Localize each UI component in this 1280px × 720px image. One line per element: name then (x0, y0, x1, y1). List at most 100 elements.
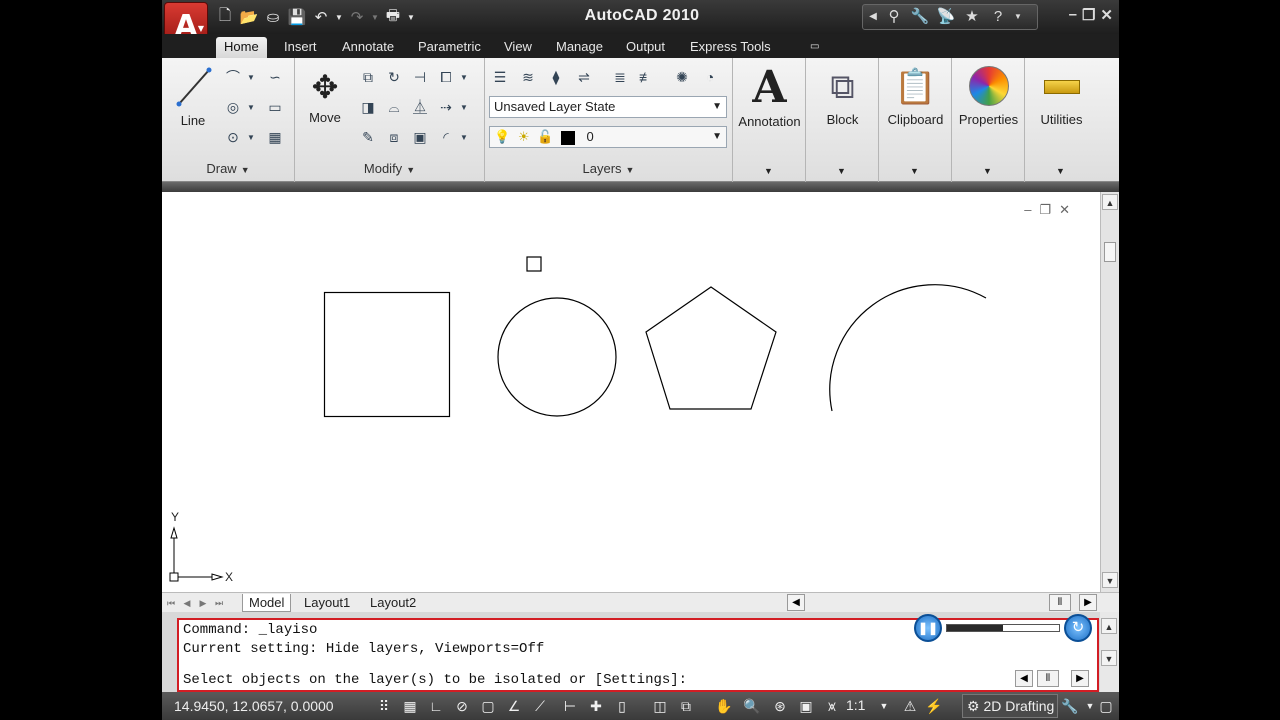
chevron-down-icon[interactable]: ▼ (764, 166, 773, 176)
layer-states-icon[interactable]: ≋ (517, 66, 539, 88)
vertical-scroll-thumb[interactable] (1104, 242, 1116, 262)
layer-isolate-icon[interactable]: ≣ (609, 66, 631, 88)
undo-icon[interactable]: ↶ (310, 6, 332, 28)
next-layout-icon[interactable]: ▶ (196, 595, 210, 611)
annotation-button[interactable]: A Annotation (733, 62, 806, 129)
scroll-right-icon[interactable]: ▶ (1071, 670, 1089, 687)
scroll-up-icon[interactable]: ▲ (1101, 618, 1117, 634)
modify-panel-title[interactable]: Modify ▼ (295, 161, 484, 176)
undo-dropdown-icon[interactable]: ▼ (334, 6, 344, 28)
clean-screen-icon[interactable]: ▢ (1096, 696, 1116, 716)
scroll-down-icon[interactable]: ▼ (1101, 650, 1117, 666)
layer-off-icon[interactable]: ◔ (699, 66, 721, 88)
layer-unisolate-icon[interactable]: ≢ (635, 66, 657, 88)
block-panel[interactable]: ⧉ Block ▼ (806, 58, 879, 182)
layer-match-icon[interactable]: ⧫ (545, 66, 567, 88)
layer-state-dropdown[interactable]: Unsaved Layer State ▼ (489, 96, 727, 118)
horizontal-scrollbar[interactable]: ◀ ⦀ ▶ (787, 594, 1099, 611)
tab-view[interactable]: View (496, 37, 540, 58)
tab-model[interactable]: Model (242, 594, 292, 612)
scroll-left-icon[interactable]: ◀ (1015, 670, 1033, 687)
pause-icon[interactable]: ❚❚ (914, 614, 942, 642)
new-icon[interactable]: 🗋 (214, 6, 236, 28)
auto-scale-icon[interactable]: ⚡ (924, 696, 944, 716)
quick-properties-icon[interactable]: ▯ (612, 696, 632, 716)
minimize-icon[interactable]: – (1069, 6, 1077, 24)
rectangle-icon[interactable]: ▭ (264, 96, 286, 118)
chevron-down-icon[interactable]: ▼ (910, 166, 919, 176)
tab-annotate[interactable]: Annotate (334, 37, 402, 58)
properties-button[interactable]: Properties (952, 62, 1025, 127)
plot-icon[interactable]: 🖶 (382, 6, 404, 28)
stretch-icon[interactable]: ✎ (357, 126, 379, 148)
tab-layout2[interactable]: Layout2 (364, 594, 422, 612)
lineweight-icon[interactable]: ✚ (586, 696, 606, 716)
scale-icon[interactable]: ⧈ (383, 126, 405, 148)
tab-express-tools[interactable]: Express Tools (682, 37, 779, 58)
layer-properties-icon[interactable]: ☰ (489, 66, 511, 88)
circle-tool-icon[interactable]: ◎ (222, 96, 244, 118)
polar-tracking-icon[interactable]: ⊘ (452, 696, 472, 716)
chevron-down-icon[interactable]: ▼ (983, 166, 992, 176)
scroll-left-icon[interactable]: ◀ (787, 594, 805, 611)
chevron-down-icon[interactable]: ▼ (1056, 166, 1065, 176)
ortho-mode-icon[interactable]: ∟ (426, 696, 446, 716)
layer-previous-icon[interactable]: ⇌ (573, 66, 595, 88)
fillet-icon[interactable]: ⌓ (383, 96, 405, 118)
scroll-right-icon[interactable]: ▶ (1079, 594, 1097, 611)
ellipse-icon[interactable]: ⊙ (222, 126, 244, 148)
communication-center-icon[interactable]: 📡 (935, 7, 957, 27)
open-icon[interactable]: 📂 (238, 6, 260, 28)
grid-display-icon[interactable]: ▦ (400, 696, 420, 716)
scroll-down-icon[interactable]: ▼ (1102, 572, 1118, 588)
copy-icon[interactable]: ⧉ (357, 66, 379, 88)
polyline-icon[interactable]: ⌒ (222, 66, 244, 88)
layer-freeze-icon[interactable]: ✺ (671, 66, 693, 88)
explode-dropdown-icon[interactable]: ▼ (459, 96, 469, 118)
annotation-scale-icon[interactable]: ⩙ (822, 696, 842, 716)
scroll-up-icon[interactable]: ▲ (1102, 194, 1118, 210)
annotation-panel[interactable]: A Annotation ▼ (733, 58, 806, 182)
move-button[interactable]: ✥ Move (301, 64, 349, 125)
model-space-icon[interactable]: ◫ (650, 696, 670, 716)
redo-dropdown-icon[interactable]: ▼ (370, 6, 380, 28)
current-layer-dropdown[interactable]: 💡 ☀ 🔓 0 ▼ (489, 126, 727, 148)
save-icon[interactable]: 💾 (286, 6, 308, 28)
saveas-icon[interactable]: ⛀ (262, 6, 284, 28)
redo-icon[interactable]: ↷ (346, 6, 368, 28)
tab-output[interactable]: Output (618, 37, 673, 58)
pan-icon[interactable]: ✋ (714, 696, 734, 716)
offset-icon[interactable]: ◜ (435, 126, 457, 148)
annotation-visibility-icon[interactable]: ⚠ (900, 696, 920, 716)
favorites-star-icon[interactable]: ★ (961, 7, 983, 27)
offset-dropdown-icon[interactable]: ▼ (459, 126, 469, 148)
tab-manage[interactable]: Manage (548, 37, 611, 58)
utilities-panel[interactable]: Utilities ▼ (1025, 58, 1098, 182)
erase-icon[interactable]: ⧠ (435, 66, 457, 88)
snap-mode-icon[interactable]: ⠿ (374, 696, 394, 716)
quick-view-layouts-icon[interactable]: ⧉ (676, 696, 696, 716)
showmotion-icon[interactable]: ▣ (796, 696, 816, 716)
drawing-area[interactable]: – ❐ ✕ Y X (162, 192, 1100, 592)
last-layout-icon[interactable]: ⏭ (212, 595, 226, 611)
vertical-scrollbar[interactable]: ▲ ▼ (1100, 192, 1119, 592)
object-snap-icon[interactable]: ▢ (478, 696, 498, 716)
circle-dropdown-icon[interactable]: ▼ (246, 96, 256, 118)
object-snap-tracking-icon[interactable]: ∠ (504, 696, 524, 716)
tab-layout1[interactable]: Layout1 (298, 594, 356, 612)
array-icon[interactable]: ▣ (409, 126, 431, 148)
tab-home[interactable]: Home (216, 37, 267, 58)
mirror-axis-icon[interactable]: ⏅ (409, 96, 431, 118)
ellipse-dropdown-icon[interactable]: ▼ (246, 126, 256, 148)
utilities-button[interactable]: Utilities (1025, 62, 1098, 127)
layers-panel-title[interactable]: Layers ▼ (485, 161, 732, 176)
zoom-icon[interactable]: 🔍 (742, 696, 762, 716)
spline-icon[interactable]: ∽ (264, 66, 286, 88)
binoculars-icon[interactable]: ⚲ (883, 7, 905, 27)
command-prompt[interactable]: Select objects on the layer(s) to be iso… (183, 672, 687, 688)
help-dropdown-icon[interactable]: ▼ (1013, 7, 1023, 27)
annotation-scale[interactable]: 1:1 (846, 697, 865, 713)
trim-icon[interactable]: ⊣ (409, 66, 431, 88)
coordinate-readout[interactable]: 14.9450, 12.0657, 0.0000 (174, 698, 334, 714)
first-layout-icon[interactable]: ⏮ (164, 595, 178, 611)
